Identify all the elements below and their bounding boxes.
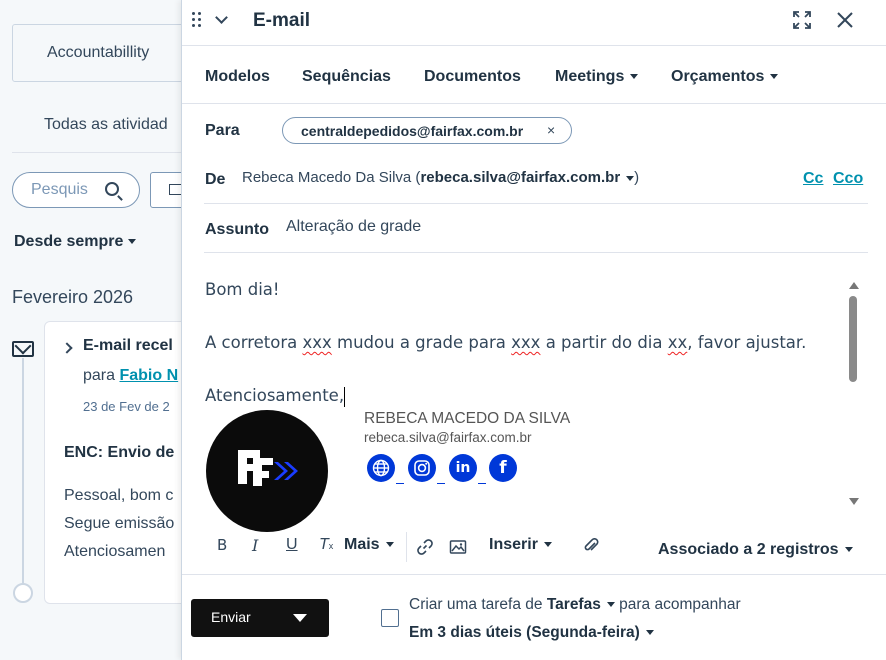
globe-icon[interactable] bbox=[367, 454, 395, 482]
scroll-up-icon[interactable] bbox=[849, 282, 859, 289]
activity-filter-tab[interactable]: Todas as atividad bbox=[44, 116, 168, 134]
scrollbar-thumb[interactable] bbox=[849, 296, 857, 382]
bold-button[interactable]: B bbox=[217, 536, 227, 554]
send-options-caret-icon[interactable] bbox=[293, 614, 307, 622]
underline-button[interactable]: U bbox=[286, 536, 298, 554]
task-description: Criar uma tarefa de Tarefas para acompan… bbox=[409, 596, 741, 614]
task-prefix: Criar uma tarefa de bbox=[409, 596, 543, 613]
tab-sequences[interactable]: Sequências bbox=[302, 68, 391, 86]
date-range-dropdown[interactable]: Desde sempre bbox=[14, 233, 136, 251]
composer-tabs: Modelos Sequências Documentos Meetings O… bbox=[182, 48, 886, 104]
associated-records-dropdown[interactable]: Associado a 2 registros bbox=[658, 541, 853, 559]
close-icon[interactable] bbox=[836, 11, 854, 29]
expand-icon[interactable] bbox=[793, 11, 811, 29]
format-toolbar: B I U Tx Mais Inserir Associado a 2 regi… bbox=[182, 526, 886, 570]
activity-title: E-mail recel bbox=[83, 337, 173, 354]
company-logo bbox=[206, 410, 328, 532]
recipient-link[interactable]: Fabio N bbox=[119, 367, 178, 384]
clear-format-button[interactable]: Tx bbox=[319, 536, 333, 554]
subject-label: Assunto bbox=[205, 221, 269, 238]
toolbar-divider bbox=[406, 532, 407, 562]
italic-button[interactable]: I bbox=[252, 536, 258, 555]
composer-footer: Enviar Criar uma tarefa de Tarefas para … bbox=[182, 574, 886, 660]
recipient-email: centraldepedidos@fairfax.com.br bbox=[301, 123, 524, 139]
tab-quotes[interactable]: Orçamentos bbox=[671, 68, 778, 86]
body-text: mudou a grade para bbox=[331, 333, 512, 352]
misspelled-word: xxx bbox=[302, 333, 332, 352]
task-suffix: para acompanhar bbox=[619, 596, 741, 613]
send-button-label: Enviar bbox=[211, 609, 251, 625]
subject-input[interactable]: Alteração de grade bbox=[286, 218, 421, 236]
body-message[interactable]: A corretora xxx mudou a grade para xxx a… bbox=[205, 333, 806, 352]
body-text: a partir do dia bbox=[540, 333, 668, 352]
attachment-icon[interactable] bbox=[582, 537, 600, 555]
search-icon bbox=[105, 182, 119, 196]
from-selector[interactable]: Rebeca Macedo Da Silva (rebeca.silva@fai… bbox=[242, 169, 639, 186]
activity-preview-line: Segue emissão bbox=[64, 515, 175, 532]
activity-subject: ENC: Envio de bbox=[64, 444, 175, 461]
send-button[interactable]: Enviar bbox=[191, 599, 329, 637]
clear-format-icon: x bbox=[328, 541, 334, 551]
composer-title: E-mail bbox=[253, 10, 311, 31]
body-text: , favor ajustar. bbox=[687, 333, 807, 352]
activity-search-input[interactable]: Pesquis bbox=[12, 172, 140, 208]
divider bbox=[204, 252, 868, 253]
envelope-icon bbox=[12, 341, 34, 357]
timeline-line bbox=[22, 358, 24, 584]
body-closing[interactable]: Atenciosamente, bbox=[205, 386, 346, 407]
divider bbox=[204, 203, 868, 204]
more-dropdown[interactable]: Mais bbox=[344, 536, 394, 554]
insert-dropdown[interactable]: Inserir bbox=[489, 536, 552, 554]
task-type-dropdown[interactable]: Tarefas bbox=[547, 596, 615, 613]
instagram-icon[interactable] bbox=[408, 454, 436, 482]
recipient-chip[interactable]: centraldepedidos@fairfax.com.br × bbox=[282, 117, 572, 144]
ff-logo-icon bbox=[238, 450, 298, 486]
tab-accountability-label: Accountabillity bbox=[47, 44, 150, 61]
tab-templates[interactable]: Modelos bbox=[205, 68, 270, 86]
to-label: Para bbox=[205, 122, 240, 139]
month-heading: Fevereiro 2026 bbox=[12, 287, 134, 307]
signature-email: rebeca.silva@fairfax.com.br bbox=[364, 430, 532, 445]
body-greeting[interactable]: Bom dia! bbox=[205, 280, 280, 299]
tab-meetings[interactable]: Meetings bbox=[555, 68, 638, 86]
body-scrollbar[interactable] bbox=[847, 278, 859, 510]
drag-handle-icon[interactable] bbox=[192, 12, 202, 28]
closing-text: Atenciosamente, bbox=[205, 386, 345, 405]
body-text: A corretora bbox=[205, 333, 303, 352]
task-due-dropdown[interactable]: Em 3 dias úteis (Segunda-feira) bbox=[409, 624, 654, 642]
clear-format-label: T bbox=[319, 536, 329, 553]
scroll-down-icon[interactable] bbox=[849, 498, 859, 505]
link-underline bbox=[478, 483, 486, 484]
text-cursor bbox=[344, 386, 346, 407]
recipient-prefix: para bbox=[83, 367, 116, 384]
link-icon[interactable] bbox=[416, 538, 434, 556]
link-underline bbox=[396, 483, 404, 484]
from-email: rebeca.silva@fairfax.com.br bbox=[420, 169, 621, 186]
chevron-down-icon bbox=[620, 169, 634, 186]
signature-name: REBECA MACEDO DA SILVA bbox=[364, 410, 571, 427]
tab-documents[interactable]: Documentos bbox=[424, 68, 521, 86]
composer-header: E-mail bbox=[182, 0, 886, 46]
facebook-icon[interactable]: f bbox=[489, 454, 517, 482]
activity-recipient: para Fabio N bbox=[83, 367, 178, 385]
from-label: De bbox=[205, 171, 226, 188]
chevron-down-icon[interactable] bbox=[215, 11, 228, 24]
image-icon[interactable] bbox=[449, 538, 467, 556]
search-placeholder: Pesquis bbox=[31, 181, 88, 198]
remove-recipient-icon[interactable]: × bbox=[547, 122, 555, 138]
chevron-right-icon[interactable] bbox=[61, 342, 73, 354]
linkedin-icon[interactable]: in bbox=[449, 454, 477, 482]
from-name: Rebeca Macedo Da Silva bbox=[242, 169, 412, 186]
activity-preview-line: Pessoal, bom c bbox=[64, 487, 174, 504]
email-composer: E-mail Modelos Sequências Documentos Mee… bbox=[181, 0, 886, 660]
create-task-checkbox[interactable] bbox=[381, 609, 399, 627]
timeline-dot bbox=[13, 583, 33, 603]
link-underline bbox=[437, 483, 445, 484]
activity-date: 23 de Fev de 2 bbox=[83, 399, 170, 414]
activity-preview-line: Atenciosamen bbox=[64, 543, 166, 560]
misspelled-word: xxx bbox=[511, 333, 541, 352]
cc-link[interactable]: Cc bbox=[803, 170, 823, 188]
misspelled-word: xx bbox=[667, 333, 688, 352]
bcc-link[interactable]: Cco bbox=[833, 170, 863, 188]
